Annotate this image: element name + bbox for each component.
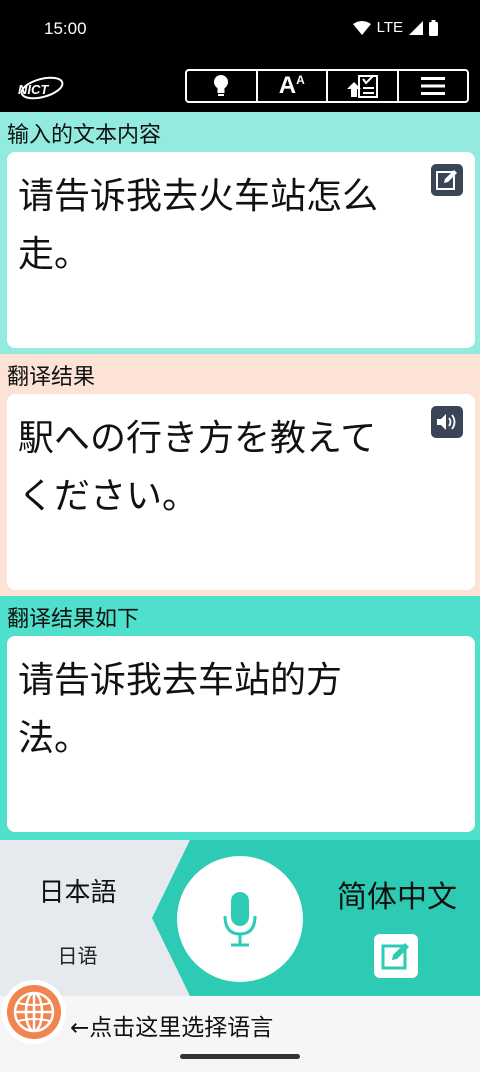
edit-input-button[interactable] [431,164,463,196]
back-translation-text: 请告诉我去车站的方法。 [18,660,343,759]
translation-section-label: 翻译结果 [7,365,96,390]
logo-text: NICT [18,82,49,97]
history-button[interactable] [328,71,399,101]
microphone-button[interactable] [177,856,303,982]
input-section: 输入的文本内容 请告诉我去火车站怎么走。 [0,112,480,354]
input-card[interactable]: 请告诉我去火车站怎么走。 [7,152,475,348]
signal-icon [409,20,423,35]
back-translation-section: 翻译结果如下 请告诉我去车站的方法。 [0,596,480,840]
input-section-label: 输入的文本内容 [7,123,162,148]
edit-icon [381,943,409,970]
font-size-button[interactable]: AA [258,71,328,101]
bottom-panel: 日本語 日语 简体中文 [0,840,480,996]
font-size-big: A [278,72,297,99]
source-language: 日本語 [38,878,117,908]
toolbar: AA [185,69,469,103]
nict-logo: NICT [18,76,64,100]
tips-button[interactable] [187,71,258,101]
language-hint-text: ←点击这里选择语言 [70,1015,274,1041]
app-header: NICT AA [0,60,480,112]
source-language-sub: 日语 [57,944,98,968]
language-hint-bar: ←点击这里选择语言 [0,980,480,1072]
status-time: 15:00 [44,19,87,38]
back-translation-section-label: 翻译结果如下 [7,607,140,632]
input-text: 请告诉我去火车站怎么走。 [18,176,379,275]
lightbulb-icon [214,75,229,96]
gesture-navigation-bar[interactable] [180,1054,300,1059]
battery-icon [429,19,438,36]
hamburger-menu-icon [420,77,445,95]
speak-button[interactable] [431,406,463,438]
translation-section: 翻译结果 駅への行き方を教えてください。 [0,354,480,596]
translation-card: 駅への行き方を教えてください。 [7,394,475,590]
back-translation-card: 请告诉我去车站的方法。 [7,636,475,832]
wifi-icon [352,20,371,35]
status-bar: 15:00 LTE [0,0,480,60]
edit-icon [436,170,457,190]
target-language[interactable]: 简体中文 [322,872,472,916]
speaker-icon [437,414,456,430]
list-upload-icon [347,75,379,98]
text-input-button[interactable] [374,934,418,978]
network-type: LTE [376,19,403,36]
language-select-button[interactable] [2,980,66,1044]
translation-text: 駅への行き方を教えてください。 [18,418,377,517]
font-size-icon: AA [279,74,305,98]
font-size-small: A [296,73,305,87]
status-icons: LTE [352,19,438,36]
microphone-icon [223,892,257,947]
globe-icon [7,985,61,1039]
menu-button[interactable] [399,71,468,101]
